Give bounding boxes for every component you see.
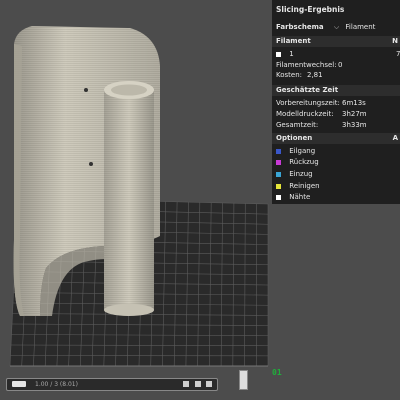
option-item-rueckzug[interactable]: Rückzug [276, 158, 400, 166]
cost-value: 2,81 [307, 71, 323, 79]
option-item-naehte[interactable]: Nähte [276, 193, 400, 201]
total-time-row: Gesamtzeit: 3h33m [276, 121, 400, 129]
expand-icon[interactable] [206, 381, 212, 387]
cost-label: Kosten: [276, 71, 303, 79]
filament-changes-value: 0 [338, 61, 343, 69]
option-label-eilgang: Eilgang [289, 147, 316, 155]
filament-header-label: Filament [276, 37, 311, 45]
total-time-label: Gesamtzeit: [276, 121, 319, 129]
option-item-reinigen[interactable]: Reinigen [276, 182, 400, 190]
cost-row: Kosten: 2,81 [276, 71, 400, 79]
layer-slider-handle[interactable] [12, 381, 26, 387]
filament-color-swatch [276, 51, 281, 57]
time-header: Geschätzte Zeit [272, 85, 400, 96]
prep-time-label: Vorbereitungszeit: [276, 99, 340, 107]
time-header-label: Geschätzte Zeit [276, 86, 339, 94]
vertical-layer-slider-handle[interactable] [239, 370, 248, 390]
filament-changes-label: Filamentwechsel: [276, 61, 337, 69]
swatch-reinigen [276, 183, 281, 189]
swatch-naehte [276, 194, 281, 200]
total-time-value: 3h33m [342, 121, 367, 129]
panel-title: Slicing-Ergebnis [276, 5, 345, 14]
layer-slider[interactable]: 1.00 / 3 (8.01) [6, 378, 218, 391]
filament-item-row: 1 7 [276, 50, 400, 58]
chevron-down-icon[interactable]: ⌵ [334, 23, 339, 32]
option-item-einzug[interactable]: Einzug [276, 170, 400, 178]
filament-item-label: 1 [289, 50, 294, 58]
filament-changes-row: Filamentwechsel: 0 [276, 61, 400, 69]
color-scheme-value[interactable]: Filament [345, 23, 375, 31]
option-label-naehte: Nähte [289, 193, 311, 201]
option-item-eilgang[interactable]: Eilgang [276, 147, 400, 155]
filament-header-right: N [392, 37, 398, 45]
options-header-right: A [392, 134, 398, 142]
options-header-label: Optionen [276, 134, 313, 142]
slicing-result-panel: Slicing-Ergebnis Farbschema ⌵ Filament F… [272, 0, 400, 204]
option-label-rueckzug: Rückzug [289, 158, 319, 166]
print-time-label: Modelldruckzeit: [276, 110, 334, 118]
color-scheme-row[interactable]: Farbschema ⌵ Filament [276, 23, 400, 32]
prep-time-value: 6m13s [342, 99, 366, 107]
filament-header: Filament N [272, 36, 400, 47]
play-icon[interactable] [183, 381, 189, 387]
swatch-rueckzug [276, 159, 281, 165]
options-header: Optionen A [272, 133, 400, 144]
swatch-eilgang [276, 148, 281, 154]
prep-time-row: Vorbereitungszeit: 6m13s [276, 99, 400, 107]
current-layer-value: 01 [272, 368, 282, 377]
swatch-einzug [276, 171, 281, 177]
filament-item-extra: 7 [396, 50, 400, 58]
color-scheme-label: Farbschema [276, 23, 324, 31]
settings-icon[interactable] [195, 381, 201, 387]
print-time-row: Modelldruckzeit: 3h27m [276, 110, 400, 118]
print-time-value: 3h27m [342, 110, 367, 118]
option-label-einzug: Einzug [289, 170, 313, 178]
option-label-reinigen: Reinigen [289, 182, 320, 190]
layer-range-text: 1.00 / 3 (8.01) [35, 381, 78, 388]
